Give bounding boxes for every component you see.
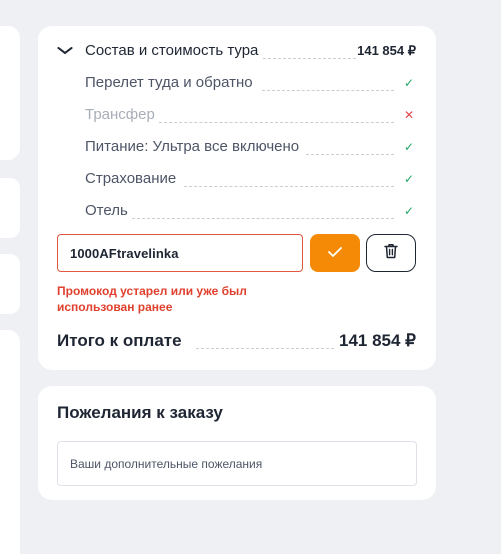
total-price: 141 854 ₽ [339, 331, 416, 350]
tour-summary-card: Состав и стоимость тура 141 854 ₽ Переле… [38, 26, 436, 370]
dotted-leader [263, 58, 356, 59]
tour-summary-title: Состав и стоимость тура [85, 42, 259, 59]
wishes-title: Пожелания к заказу [57, 403, 223, 422]
promo-error-message: Промокод устарел или уже был использован… [57, 284, 247, 314]
dotted-leader [159, 122, 394, 123]
check-icon: ✓ [403, 204, 414, 218]
summary-item-label: Отель [85, 202, 128, 219]
total-row: Итого к оплате 141 854 ₽ [38, 331, 436, 355]
summary-item-label: Питание: Ультра все включено [85, 138, 300, 155]
summary-item-insurance: Страхование ✓ [38, 169, 436, 193]
cross-icon: ✕ [403, 108, 414, 122]
left-panel-card-1 [0, 26, 20, 160]
wishes-input[interactable] [57, 441, 417, 486]
tour-summary-header[interactable]: Состав и стоимость тура 141 854 ₽ [38, 41, 436, 65]
dotted-leader [132, 218, 394, 219]
dotted-leader [196, 348, 334, 349]
check-icon [328, 244, 342, 262]
check-icon: ✓ [403, 76, 414, 90]
summary-item-label: Страхование [85, 170, 177, 187]
chevron-down-icon[interactable] [57, 42, 73, 58]
promo-delete-button[interactable] [366, 234, 416, 272]
summary-item-meals: Питание: Ультра все включено ✓ [38, 137, 436, 161]
summary-item-hotel: Отель ✓ [38, 201, 436, 225]
check-icon: ✓ [403, 140, 414, 154]
dotted-leader [306, 154, 394, 155]
summary-item-flight: Перелет туда и обратно ✓ [38, 73, 436, 97]
check-icon: ✓ [403, 172, 414, 186]
dotted-leader [262, 90, 394, 91]
dotted-leader [184, 186, 394, 187]
summary-item-transfer: Трансфер ✕ [38, 105, 436, 129]
promo-code-input[interactable]: 1000AFtravelinka [57, 234, 303, 272]
left-panel-card-4 [0, 330, 20, 554]
summary-item-label: Перелет туда и обратно [85, 74, 253, 91]
left-panel-card-2[interactable] [0, 178, 20, 238]
total-label: Итого к оплате [57, 331, 182, 350]
summary-item-label: Трансфер [85, 106, 155, 123]
promo-apply-button[interactable] [310, 234, 360, 272]
tour-summary-price: 141 854 ₽ [357, 43, 416, 58]
order-wishes-card: Пожелания к заказу [38, 386, 436, 500]
left-panel-card-3[interactable]: ) [0, 254, 20, 549]
trash-icon [384, 243, 398, 264]
